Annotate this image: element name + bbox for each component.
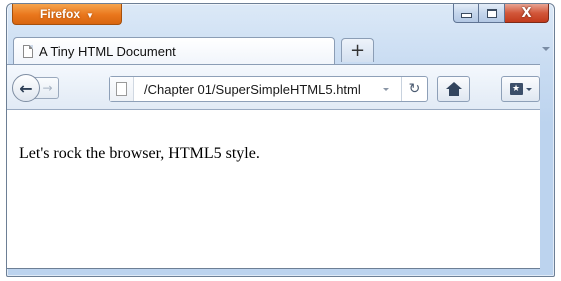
page-icon [23,44,33,58]
url-text[interactable]: /Chapter 01/SuperSimpleHTML5.html [144,82,361,97]
bookmarks-button[interactable]: ★ [501,76,540,102]
chevron-down-icon [525,87,532,91]
minimize-button[interactable] [453,4,479,23]
window-controls: X [453,4,549,24]
page-content: Let's rock the browser, HTML5 style. [7,109,540,269]
back-button[interactable]: ← [12,74,40,102]
reload-button[interactable]: ↻ [401,77,427,101]
maximize-button[interactable] [479,4,505,23]
url-bar[interactable]: /Chapter 01/SuperSimpleHTML5.html ↻ [109,76,428,102]
list-all-tabs-icon[interactable] [542,47,550,51]
close-icon: X [521,5,532,21]
minimize-icon [460,13,472,18]
home-icon [446,82,462,89]
home-icon-body [449,89,459,96]
site-identity-button[interactable] [110,77,134,101]
page-icon [116,82,127,96]
home-button[interactable] [437,76,470,102]
chevron-down-icon: ▼ [86,10,94,20]
close-button[interactable]: X [505,4,549,23]
firefox-menu-button[interactable]: Firefox ▼ [12,4,122,25]
star-icon: ★ [509,83,523,95]
page-text: Let's rock the browser, HTML5 style. [19,145,260,162]
tab-active[interactable]: A Tiny HTML Document [13,37,335,64]
forward-arrow-icon: → [42,81,53,95]
back-arrow-icon: ← [19,78,33,98]
plus-icon: + [349,40,366,61]
url-history-dropdown-icon[interactable] [379,77,393,101]
new-tab-button[interactable]: + [341,38,374,62]
reload-icon: ↻ [408,81,421,97]
firefox-menu-label: Firefox [40,7,81,21]
maximize-icon [486,8,497,18]
tab-title: A Tiny HTML Document [39,43,176,59]
